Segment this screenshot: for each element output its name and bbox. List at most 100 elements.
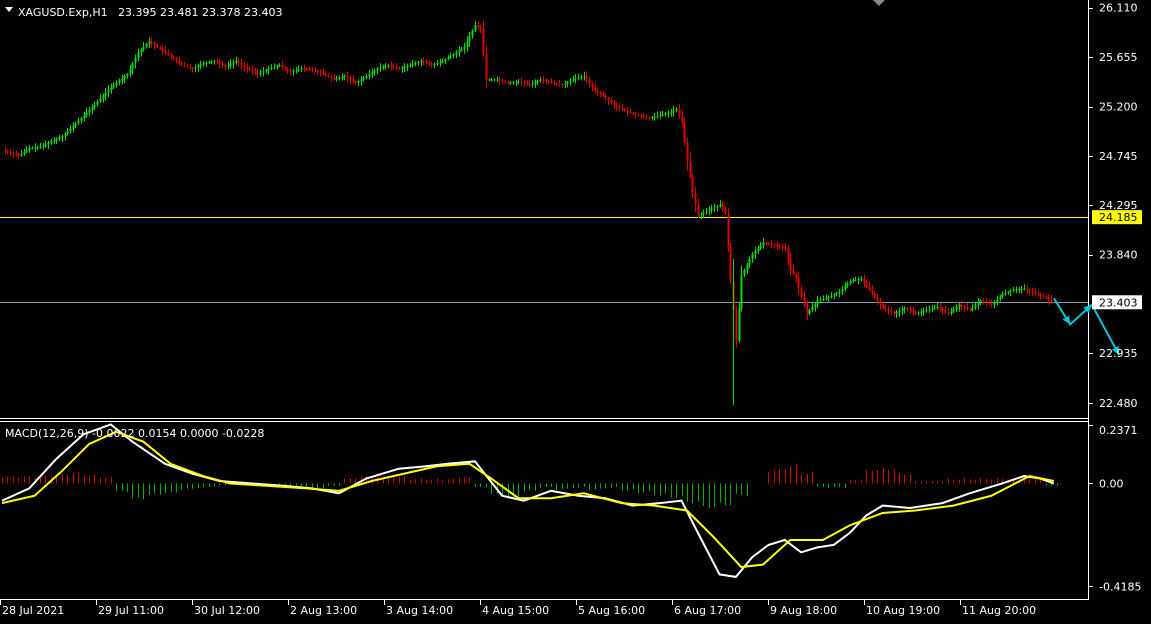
candle-body <box>675 108 678 111</box>
candle-body <box>422 60 425 63</box>
candle-body <box>841 289 844 292</box>
candle-body <box>615 104 618 107</box>
candle-body <box>838 291 841 294</box>
candle-body <box>178 60 181 64</box>
candle-body <box>1009 290 1012 292</box>
candle-body <box>637 114 640 116</box>
candle-body <box>634 113 637 115</box>
candle-body <box>759 245 762 249</box>
candle-body <box>985 301 988 303</box>
candle-body <box>61 136 64 138</box>
candle-body <box>854 279 857 281</box>
candle-body <box>354 81 357 83</box>
candle-body <box>849 280 852 284</box>
candle-body <box>292 71 295 73</box>
candle-body <box>335 78 338 80</box>
candle-body <box>871 290 874 294</box>
candle-body <box>724 209 727 214</box>
candle-body <box>327 75 330 77</box>
candle-body <box>762 242 765 246</box>
candle-body <box>591 83 594 87</box>
candle-body <box>463 46 466 49</box>
candle-body <box>700 214 703 216</box>
candle-body <box>300 68 303 70</box>
candle-body <box>566 82 569 84</box>
symbol-label: XAGUSD.Exp,H1 <box>18 6 108 19</box>
x-tick-label: 4 Aug 15:00 <box>482 604 549 617</box>
candle-body <box>596 90 599 93</box>
candle-body <box>47 142 50 145</box>
candle-body <box>621 108 624 110</box>
candle-body <box>303 68 306 70</box>
candle-body <box>602 94 605 97</box>
x-tick-label: 30 Jul 12:00 <box>194 604 260 617</box>
candle-body <box>1042 295 1045 297</box>
candle-body <box>969 308 972 311</box>
candle-body <box>237 60 240 63</box>
candle-body <box>906 308 909 310</box>
candle-body <box>180 63 183 66</box>
candle-body <box>362 77 365 80</box>
candle-body <box>651 117 654 119</box>
candle-body <box>172 56 175 59</box>
candle-body <box>531 83 534 85</box>
candle-body <box>857 279 860 281</box>
chart-canvas[interactable]: 26.11025.65525.20024.74524.29523.84022.9… <box>0 0 1151 620</box>
candle-body <box>713 207 716 209</box>
candle-body <box>34 147 37 149</box>
candle-body <box>333 78 336 80</box>
candle-body <box>126 74 129 77</box>
candle-body <box>501 80 504 82</box>
candle-body <box>232 62 235 64</box>
candle-body <box>289 70 292 72</box>
candle-body <box>384 66 387 68</box>
candle-body <box>58 137 61 139</box>
candle-body <box>121 78 124 81</box>
x-tick-label: 11 Aug 20:00 <box>962 604 1036 617</box>
candle-body <box>368 74 371 77</box>
candle-body <box>993 302 996 305</box>
candle-body <box>776 244 779 246</box>
candle-body <box>588 79 591 84</box>
candle-body <box>1031 291 1034 293</box>
candle-body <box>493 79 496 81</box>
candle-body <box>286 68 289 71</box>
candle-body <box>697 204 700 216</box>
candle-body <box>308 69 311 71</box>
candle-body <box>324 74 327 76</box>
candle-body <box>12 152 15 154</box>
x-tick-label: 29 Jul 11:00 <box>98 604 164 617</box>
candle-body <box>229 63 232 66</box>
candle-body <box>1004 292 1007 294</box>
candle-body <box>678 108 681 116</box>
candle-body <box>104 92 107 96</box>
candle-body <box>778 245 781 247</box>
candle-body <box>526 83 529 85</box>
candle-body <box>414 63 417 65</box>
candle-body <box>822 298 825 300</box>
candle-body <box>88 109 91 113</box>
candle-body <box>922 311 925 313</box>
candle-body <box>553 82 556 84</box>
candle-body <box>479 26 482 29</box>
candle-body <box>974 305 977 308</box>
candle-body <box>727 213 730 248</box>
candle-body <box>694 193 697 205</box>
candle-body <box>137 52 140 58</box>
candle-body <box>55 138 58 141</box>
candle-body <box>1015 289 1018 291</box>
price-tag-label: 23.403 <box>1099 296 1138 309</box>
candle-body <box>131 63 134 69</box>
candle-body <box>754 250 757 254</box>
candle-body <box>93 104 96 108</box>
candle-body <box>811 306 814 311</box>
candle-body <box>148 41 151 45</box>
y-tick-label: 22.480 <box>1099 397 1138 410</box>
candle-body <box>96 101 99 105</box>
candle-body <box>879 300 882 305</box>
candle-body <box>599 92 602 95</box>
candle-body <box>952 309 955 312</box>
candle-body <box>795 274 798 279</box>
candle-body <box>194 67 197 69</box>
candle-body <box>670 112 673 114</box>
